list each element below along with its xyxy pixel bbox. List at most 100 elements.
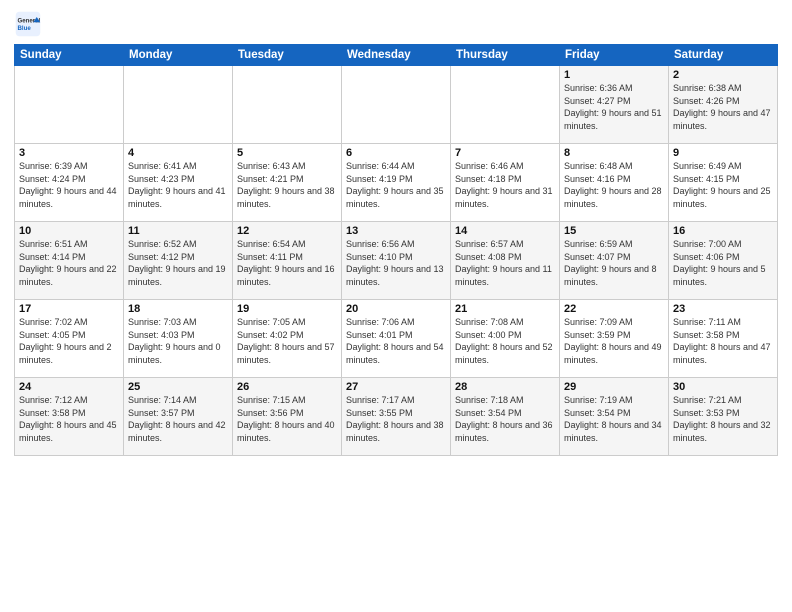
calendar-cell: 14Sunrise: 6:57 AM Sunset: 4:08 PM Dayli… [451, 222, 560, 300]
calendar-cell: 18Sunrise: 7:03 AM Sunset: 4:03 PM Dayli… [124, 300, 233, 378]
day-info: Sunrise: 7:18 AM Sunset: 3:54 PM Dayligh… [455, 394, 555, 444]
calendar-cell: 7Sunrise: 6:46 AM Sunset: 4:18 PM Daylig… [451, 144, 560, 222]
day-number: 8 [564, 147, 664, 159]
day-info: Sunrise: 6:54 AM Sunset: 4:11 PM Dayligh… [237, 238, 337, 288]
day-number: 2 [673, 69, 773, 81]
day-number: 19 [237, 303, 337, 315]
day-number: 29 [564, 381, 664, 393]
day-info: Sunrise: 7:03 AM Sunset: 4:03 PM Dayligh… [128, 316, 228, 366]
calendar-cell: 15Sunrise: 6:59 AM Sunset: 4:07 PM Dayli… [560, 222, 669, 300]
calendar-cell: 11Sunrise: 6:52 AM Sunset: 4:12 PM Dayli… [124, 222, 233, 300]
calendar-cell: 2Sunrise: 6:38 AM Sunset: 4:26 PM Daylig… [669, 66, 778, 144]
calendar-cell: 21Sunrise: 7:08 AM Sunset: 4:00 PM Dayli… [451, 300, 560, 378]
svg-text:Blue: Blue [18, 25, 32, 32]
logo: General Blue [14, 10, 46, 38]
calendar-cell: 29Sunrise: 7:19 AM Sunset: 3:54 PM Dayli… [560, 378, 669, 456]
day-number: 12 [237, 225, 337, 237]
day-info: Sunrise: 6:41 AM Sunset: 4:23 PM Dayligh… [128, 160, 228, 210]
day-number: 20 [346, 303, 446, 315]
day-info: Sunrise: 7:06 AM Sunset: 4:01 PM Dayligh… [346, 316, 446, 366]
day-number: 30 [673, 381, 773, 393]
day-number: 11 [128, 225, 228, 237]
day-info: Sunrise: 7:11 AM Sunset: 3:58 PM Dayligh… [673, 316, 773, 366]
day-info: Sunrise: 6:36 AM Sunset: 4:27 PM Dayligh… [564, 82, 664, 132]
calendar-table: SundayMondayTuesdayWednesdayThursdayFrid… [14, 44, 778, 456]
day-header-tuesday: Tuesday [233, 45, 342, 66]
day-info: Sunrise: 7:14 AM Sunset: 3:57 PM Dayligh… [128, 394, 228, 444]
day-header-monday: Monday [124, 45, 233, 66]
day-header-thursday: Thursday [451, 45, 560, 66]
day-number: 6 [346, 147, 446, 159]
calendar-cell: 17Sunrise: 7:02 AM Sunset: 4:05 PM Dayli… [15, 300, 124, 378]
calendar-cell: 5Sunrise: 6:43 AM Sunset: 4:21 PM Daylig… [233, 144, 342, 222]
calendar-cell [124, 66, 233, 144]
day-number: 7 [455, 147, 555, 159]
day-number: 9 [673, 147, 773, 159]
day-info: Sunrise: 6:51 AM Sunset: 4:14 PM Dayligh… [19, 238, 119, 288]
calendar-cell: 16Sunrise: 7:00 AM Sunset: 4:06 PM Dayli… [669, 222, 778, 300]
day-number: 15 [564, 225, 664, 237]
day-info: Sunrise: 6:48 AM Sunset: 4:16 PM Dayligh… [564, 160, 664, 210]
day-info: Sunrise: 6:56 AM Sunset: 4:10 PM Dayligh… [346, 238, 446, 288]
day-number: 17 [19, 303, 119, 315]
day-header-wednesday: Wednesday [342, 45, 451, 66]
day-info: Sunrise: 6:46 AM Sunset: 4:18 PM Dayligh… [455, 160, 555, 210]
day-info: Sunrise: 6:52 AM Sunset: 4:12 PM Dayligh… [128, 238, 228, 288]
calendar-cell: 19Sunrise: 7:05 AM Sunset: 4:02 PM Dayli… [233, 300, 342, 378]
day-info: Sunrise: 7:15 AM Sunset: 3:56 PM Dayligh… [237, 394, 337, 444]
day-number: 23 [673, 303, 773, 315]
day-info: Sunrise: 6:49 AM Sunset: 4:15 PM Dayligh… [673, 160, 773, 210]
calendar-cell: 25Sunrise: 7:14 AM Sunset: 3:57 PM Dayli… [124, 378, 233, 456]
day-header-saturday: Saturday [669, 45, 778, 66]
day-number: 4 [128, 147, 228, 159]
day-info: Sunrise: 7:05 AM Sunset: 4:02 PM Dayligh… [237, 316, 337, 366]
calendar-cell [233, 66, 342, 144]
calendar-cell [15, 66, 124, 144]
calendar-cell: 13Sunrise: 6:56 AM Sunset: 4:10 PM Dayli… [342, 222, 451, 300]
page-header: General Blue [14, 10, 778, 38]
calendar-cell: 8Sunrise: 6:48 AM Sunset: 4:16 PM Daylig… [560, 144, 669, 222]
day-number: 27 [346, 381, 446, 393]
day-number: 22 [564, 303, 664, 315]
day-number: 21 [455, 303, 555, 315]
day-number: 28 [455, 381, 555, 393]
logo-icon: General Blue [14, 10, 42, 38]
day-info: Sunrise: 7:19 AM Sunset: 3:54 PM Dayligh… [564, 394, 664, 444]
calendar-cell: 28Sunrise: 7:18 AM Sunset: 3:54 PM Dayli… [451, 378, 560, 456]
day-info: Sunrise: 7:12 AM Sunset: 3:58 PM Dayligh… [19, 394, 119, 444]
day-number: 16 [673, 225, 773, 237]
day-number: 26 [237, 381, 337, 393]
day-info: Sunrise: 6:38 AM Sunset: 4:26 PM Dayligh… [673, 82, 773, 132]
calendar-cell: 26Sunrise: 7:15 AM Sunset: 3:56 PM Dayli… [233, 378, 342, 456]
calendar-cell: 4Sunrise: 6:41 AM Sunset: 4:23 PM Daylig… [124, 144, 233, 222]
day-number: 1 [564, 69, 664, 81]
day-number: 24 [19, 381, 119, 393]
calendar-cell: 27Sunrise: 7:17 AM Sunset: 3:55 PM Dayli… [342, 378, 451, 456]
day-number: 25 [128, 381, 228, 393]
day-info: Sunrise: 7:08 AM Sunset: 4:00 PM Dayligh… [455, 316, 555, 366]
day-info: Sunrise: 6:59 AM Sunset: 4:07 PM Dayligh… [564, 238, 664, 288]
day-header-sunday: Sunday [15, 45, 124, 66]
day-number: 3 [19, 147, 119, 159]
calendar-cell: 22Sunrise: 7:09 AM Sunset: 3:59 PM Dayli… [560, 300, 669, 378]
day-info: Sunrise: 6:44 AM Sunset: 4:19 PM Dayligh… [346, 160, 446, 210]
day-info: Sunrise: 7:21 AM Sunset: 3:53 PM Dayligh… [673, 394, 773, 444]
calendar-cell: 6Sunrise: 6:44 AM Sunset: 4:19 PM Daylig… [342, 144, 451, 222]
calendar-cell [342, 66, 451, 144]
calendar-cell: 24Sunrise: 7:12 AM Sunset: 3:58 PM Dayli… [15, 378, 124, 456]
day-header-friday: Friday [560, 45, 669, 66]
day-number: 14 [455, 225, 555, 237]
day-number: 18 [128, 303, 228, 315]
calendar-cell [451, 66, 560, 144]
calendar-cell: 23Sunrise: 7:11 AM Sunset: 3:58 PM Dayli… [669, 300, 778, 378]
calendar-cell: 3Sunrise: 6:39 AM Sunset: 4:24 PM Daylig… [15, 144, 124, 222]
calendar-cell: 30Sunrise: 7:21 AM Sunset: 3:53 PM Dayli… [669, 378, 778, 456]
day-number: 10 [19, 225, 119, 237]
day-info: Sunrise: 6:57 AM Sunset: 4:08 PM Dayligh… [455, 238, 555, 288]
day-info: Sunrise: 6:39 AM Sunset: 4:24 PM Dayligh… [19, 160, 119, 210]
calendar-cell: 1Sunrise: 6:36 AM Sunset: 4:27 PM Daylig… [560, 66, 669, 144]
calendar-cell: 9Sunrise: 6:49 AM Sunset: 4:15 PM Daylig… [669, 144, 778, 222]
day-number: 5 [237, 147, 337, 159]
day-info: Sunrise: 7:00 AM Sunset: 4:06 PM Dayligh… [673, 238, 773, 288]
calendar-cell: 10Sunrise: 6:51 AM Sunset: 4:14 PM Dayli… [15, 222, 124, 300]
